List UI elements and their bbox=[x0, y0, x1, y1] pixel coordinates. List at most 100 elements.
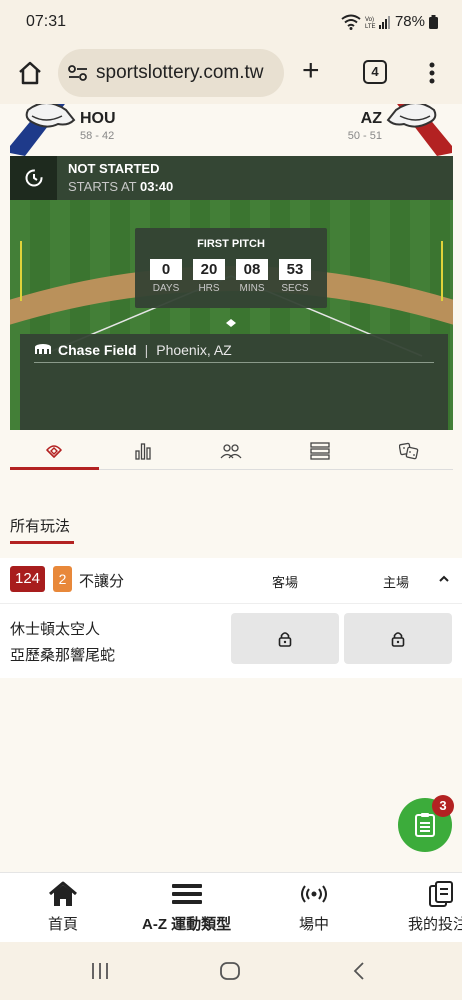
address-bar[interactable]: sportslottery.com.tw bbox=[58, 49, 284, 97]
tab-list[interactable] bbox=[276, 432, 365, 469]
home-icon bbox=[49, 881, 77, 906]
match-start-time: STARTS AT 03:40 bbox=[68, 179, 173, 194]
tab-lineup[interactable] bbox=[187, 432, 276, 469]
match-status-banner: NOT STARTED STARTS AT 03:40 bbox=[10, 156, 453, 200]
bet-slip-icon bbox=[415, 813, 435, 837]
away-team: HOU 58 - 42 bbox=[80, 110, 116, 142]
lock-icon bbox=[391, 631, 405, 647]
starts-at-time: 03:40 bbox=[140, 179, 174, 194]
wifi-icon bbox=[341, 14, 361, 30]
status-time: 07:31 bbox=[26, 13, 67, 30]
countdown-secs: 53 SECS bbox=[279, 259, 311, 294]
back-icon[interactable] bbox=[352, 961, 366, 981]
menu-icon bbox=[171, 884, 202, 904]
all-markets-title[interactable]: 所有玩法 bbox=[10, 515, 70, 536]
countdown-title: FIRST PITCH bbox=[197, 238, 265, 250]
tab-switcher-button[interactable]: 4 bbox=[363, 60, 387, 84]
svg-text:LTE: LTE bbox=[365, 24, 376, 30]
home-team-abbr: AZ bbox=[360, 110, 382, 127]
countdown-hours: 20 HRS bbox=[193, 259, 225, 294]
status-icon-box bbox=[10, 156, 57, 200]
nav-live[interactable]: 場中 bbox=[299, 881, 329, 934]
home-team-name[interactable]: 亞歷桑那響尾蛇 bbox=[10, 644, 115, 665]
market-count-badge: 124 bbox=[10, 566, 46, 592]
chevron-up-icon[interactable] bbox=[437, 572, 451, 586]
match-header: HOU 58 - 42 AZ 50 - 51 bbox=[0, 104, 462, 156]
nav-my-bets-label: 我的投注 bbox=[408, 915, 462, 933]
nav-home-label: 首頁 bbox=[48, 915, 79, 933]
nav-home[interactable]: 首頁 bbox=[48, 881, 78, 934]
battery-percent: 78% bbox=[394, 13, 425, 30]
countdown-label: SECS bbox=[281, 283, 309, 294]
countdown-label: DAYS bbox=[152, 283, 180, 294]
countdown-value: 53 bbox=[279, 259, 311, 280]
status-bar: 07:31 Vo) LTE 78% bbox=[0, 0, 462, 46]
nav-az-sports[interactable]: A-Z 運動類型 bbox=[142, 881, 231, 934]
home-odds-button[interactable] bbox=[344, 613, 452, 664]
countdown-value: 0 bbox=[150, 259, 182, 280]
match-field-card: NOT STARTED STARTS AT 03:40 FIRST PITCH … bbox=[10, 156, 453, 430]
countdown-value: 20 bbox=[193, 259, 225, 280]
match-row: 休士頓太空人 亞歷桑那響尾蛇 bbox=[0, 604, 462, 678]
away-team-name[interactable]: 休士頓太空人 bbox=[10, 618, 100, 639]
home-button-icon[interactable] bbox=[219, 961, 241, 981]
market-name: 不讓分 bbox=[79, 572, 125, 590]
tab-stats[interactable] bbox=[99, 432, 188, 469]
bar-chart-icon bbox=[135, 442, 151, 460]
browser-toolbar: sportslottery.com.tw + 4 bbox=[0, 46, 462, 104]
starts-at-label: STARTS AT bbox=[68, 179, 137, 194]
home-column-header: 主場 bbox=[383, 576, 410, 591]
dice-icon bbox=[398, 442, 418, 459]
match-status: NOT STARTED bbox=[68, 161, 160, 176]
away-team-abbr: HOU bbox=[80, 110, 116, 127]
countdown-mins: 08 MINS bbox=[236, 259, 268, 294]
home-icon[interactable] bbox=[16, 59, 44, 87]
countdown-box: FIRST PITCH 0 DAYS 20 HRS 08 MINS 53 SEC… bbox=[135, 228, 327, 308]
tab-dice[interactable] bbox=[364, 432, 453, 469]
away-odds-button[interactable] bbox=[231, 613, 339, 664]
more-options-icon[interactable] bbox=[424, 58, 440, 88]
new-tab-button[interactable]: + bbox=[302, 56, 320, 86]
nav-my-bets[interactable]: 我的投注 bbox=[408, 881, 462, 934]
bet-slip-count-badge: 3 bbox=[432, 795, 454, 817]
stadium-icon bbox=[35, 344, 51, 354]
home-team: AZ 50 - 51 bbox=[348, 110, 382, 142]
venue-line: Chase Field | Phoenix, AZ bbox=[34, 342, 232, 358]
venue-name: Chase Field bbox=[58, 342, 137, 358]
timer-icon bbox=[25, 169, 42, 187]
away-team-record: 58 - 42 bbox=[80, 130, 115, 142]
countdown-label: MINS bbox=[239, 283, 265, 294]
site-settings-icon[interactable] bbox=[68, 65, 88, 81]
countdown-label: HRS bbox=[198, 283, 220, 294]
countdown-days: 0 DAYS bbox=[150, 259, 182, 294]
status-icons: Vo) LTE 78% bbox=[341, 13, 438, 30]
nav-live-label: 場中 bbox=[299, 915, 330, 933]
baseball-field-icon bbox=[46, 444, 63, 458]
venue-box: Chase Field | Phoenix, AZ bbox=[20, 334, 448, 430]
tab-field[interactable] bbox=[10, 432, 99, 470]
svg-text:Vo): Vo) bbox=[365, 17, 374, 23]
recent-apps-icon[interactable] bbox=[90, 962, 110, 980]
home-team-jersey-icon bbox=[386, 104, 452, 156]
list-icon bbox=[310, 441, 330, 460]
countdown-value: 08 bbox=[236, 259, 268, 280]
battery-icon bbox=[429, 14, 438, 29]
away-team-jersey-icon bbox=[10, 104, 76, 156]
venue-divider bbox=[34, 362, 434, 363]
live-count-badge: 2 bbox=[53, 566, 72, 592]
home-team-record: 50 - 51 bbox=[347, 130, 382, 142]
market-header[interactable]: 124 2 不讓分 客場 主場 bbox=[0, 558, 462, 604]
away-column-header: 客場 bbox=[272, 576, 299, 591]
lock-icon bbox=[278, 631, 292, 647]
live-icon bbox=[301, 885, 327, 903]
venue-city: Phoenix, AZ bbox=[156, 342, 232, 358]
signal-icon: Vo)LTE bbox=[365, 15, 390, 30]
my-bets-icon bbox=[429, 881, 453, 907]
nav-az-sports-text: A-Z 運動類型 bbox=[142, 916, 232, 933]
venue-separator: | bbox=[144, 342, 149, 358]
bottom-nav: 首頁 A-Z 運動類型 場中 我的投注 bbox=[0, 872, 462, 942]
all-markets-underline bbox=[10, 541, 74, 544]
nav-az-sports-label: A-Z 運動類型 bbox=[142, 913, 231, 934]
lineup-icon bbox=[220, 443, 242, 458]
url-text: sportslottery.com.tw bbox=[96, 62, 264, 83]
